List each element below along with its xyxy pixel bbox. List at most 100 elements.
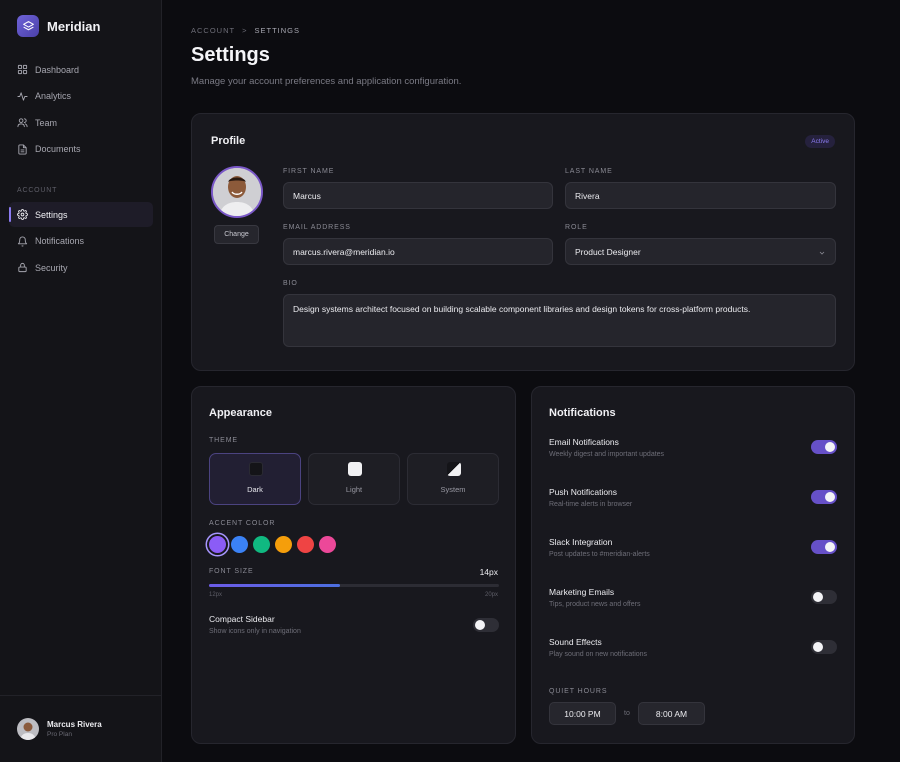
quiet-hours-start[interactable]: 10:00 PM [549, 702, 616, 725]
notif-email-title: Email Notifications [549, 437, 619, 447]
last-name-input[interactable]: Rivera [565, 182, 836, 209]
user-plan: Pro Plan [47, 731, 72, 738]
bio-label: BIO [283, 280, 298, 287]
sidebar-item-settings[interactable]: Settings [9, 202, 153, 227]
main-nav: Dashboard Analytics Team Documents [9, 57, 153, 163]
chevron-down-icon [818, 249, 826, 259]
accent-swatch[interactable] [209, 536, 226, 553]
compact-sidebar-toggle[interactable] [473, 618, 499, 632]
toggle-knob [813, 592, 823, 602]
sidebar-item-label: Documents [35, 144, 81, 154]
role-value: Product Designer [575, 246, 641, 257]
user-profile-chip[interactable]: Marcus Rivera Pro Plan [0, 695, 162, 762]
notif-slack-title: Slack Integration [549, 537, 613, 547]
email-notifications-toggle[interactable] [811, 440, 837, 454]
breadcrumb-separator: > [242, 26, 248, 35]
sidebar-item-label: Analytics [35, 91, 72, 101]
page-subtitle: Manage your account preferences and appl… [191, 76, 462, 87]
font-size-slider[interactable] [209, 584, 499, 587]
bell-icon [17, 236, 28, 247]
notifications-title: Notifications [549, 407, 616, 419]
sidebar-item-label: Security [35, 262, 68, 273]
breadcrumb-parent[interactable]: ACCOUNT [191, 26, 235, 35]
last-name-label: LAST NAME [565, 168, 613, 175]
email-label: EMAIL ADDRESS [283, 224, 351, 231]
account-nav: Settings Notifications Security [9, 202, 153, 282]
profile-card: Profile Active Change FIRST NAME Marcus … [191, 113, 855, 371]
profile-avatar[interactable] [211, 166, 263, 218]
compact-sidebar-desc: Show icons only in navigation [209, 628, 301, 635]
role-select[interactable]: Product Designer [565, 238, 836, 265]
activity-icon [17, 91, 28, 102]
accent-swatch[interactable] [275, 536, 292, 553]
dark-theme-swatch [249, 462, 263, 476]
notifications-card: Notifications Email Notifications Weekly… [531, 386, 855, 744]
sidebar-item-dashboard[interactable]: Dashboard [9, 57, 153, 82]
sidebar-item-team[interactable]: Team [9, 110, 153, 135]
sidebar-item-security[interactable]: Security [9, 255, 153, 280]
breadcrumb: ACCOUNT > SETTINGS [191, 26, 300, 35]
bio-textarea[interactable]: Design systems architect focused on buil… [283, 294, 836, 347]
font-size-value: 14px [479, 567, 498, 577]
main-content: ACCOUNT > SETTINGS Settings Manage your … [162, 0, 900, 762]
slack-integration-toggle[interactable] [811, 540, 837, 554]
toggle-knob [825, 492, 835, 502]
users-icon [17, 117, 28, 128]
accent-swatch[interactable] [231, 536, 248, 553]
sidebar: Meridian Dashboard Analytics Team Docume… [0, 0, 162, 762]
lock-icon [17, 262, 28, 273]
theme-dark-option[interactable]: Dark [209, 453, 301, 505]
sidebar-item-label: Notifications [35, 236, 85, 246]
toggle-knob [475, 620, 485, 630]
toggle-knob [825, 542, 835, 552]
marketing-emails-toggle[interactable] [811, 590, 837, 604]
breadcrumb-current: SETTINGS [254, 26, 300, 35]
accent-swatch[interactable] [253, 536, 270, 553]
compact-sidebar-title: Compact Sidebar [209, 614, 275, 624]
sidebar-item-documents[interactable]: Documents [9, 137, 153, 162]
sidebar-item-label: Team [35, 117, 58, 128]
theme-system-option[interactable]: System [407, 453, 499, 505]
appearance-card: Appearance THEME Dark Light System ACCEN… [191, 386, 516, 744]
slider-min-label: 12px [209, 592, 223, 598]
theme-option-label: System [440, 485, 466, 494]
sidebar-item-analytics[interactable]: Analytics [9, 84, 153, 109]
notif-marketing-title: Marketing Emails [549, 587, 615, 597]
system-theme-swatch [447, 462, 461, 476]
notif-marketing-desc: Tips, product news and offers [549, 601, 641, 608]
accent-swatch[interactable] [297, 536, 314, 553]
profile-title: Profile [211, 135, 246, 147]
notif-sound-desc: Play sound on new notifications [549, 651, 648, 658]
user-name: Marcus Rivera [47, 720, 102, 729]
sidebar-item-notifications[interactable]: Notifications [9, 229, 153, 254]
theme-option-label: Dark [247, 485, 263, 494]
accent-swatch[interactable] [319, 536, 336, 553]
toggle-knob [825, 442, 835, 452]
change-avatar-button[interactable]: Change [214, 225, 259, 244]
grid-icon [17, 64, 28, 75]
sound-effects-toggle[interactable] [811, 640, 837, 654]
slider-max-label: 20px [484, 592, 498, 598]
page-title: Settings [191, 44, 270, 66]
appearance-title: Appearance [209, 407, 272, 419]
nav-section-label: ACCOUNT [17, 187, 58, 194]
sidebar-item-label: Dashboard [35, 64, 80, 75]
first-name-label: FIRST NAME [283, 168, 335, 175]
brand[interactable]: Meridian [17, 15, 100, 37]
light-theme-swatch [348, 462, 362, 476]
theme-light-option[interactable]: Light [308, 453, 400, 505]
file-icon [17, 143, 28, 155]
quiet-hours-separator: to [624, 710, 630, 717]
toggle-knob [813, 642, 823, 652]
quiet-hours-end[interactable]: 8:00 AM [638, 702, 705, 725]
first-name-input[interactable]: Marcus [283, 182, 553, 209]
push-notifications-toggle[interactable] [811, 490, 837, 504]
status-badge: Active [805, 135, 835, 148]
email-field[interactable]: marcus.rivera@meridian.io [283, 238, 553, 265]
theme-option-label: Light [345, 485, 363, 494]
layers-icon [17, 15, 39, 37]
notif-sound-title: Sound Effects [549, 637, 602, 647]
notif-push-desc: Real-time alerts in browser [549, 501, 633, 508]
notif-push-title: Push Notifications [549, 487, 618, 497]
avatar [17, 718, 39, 740]
